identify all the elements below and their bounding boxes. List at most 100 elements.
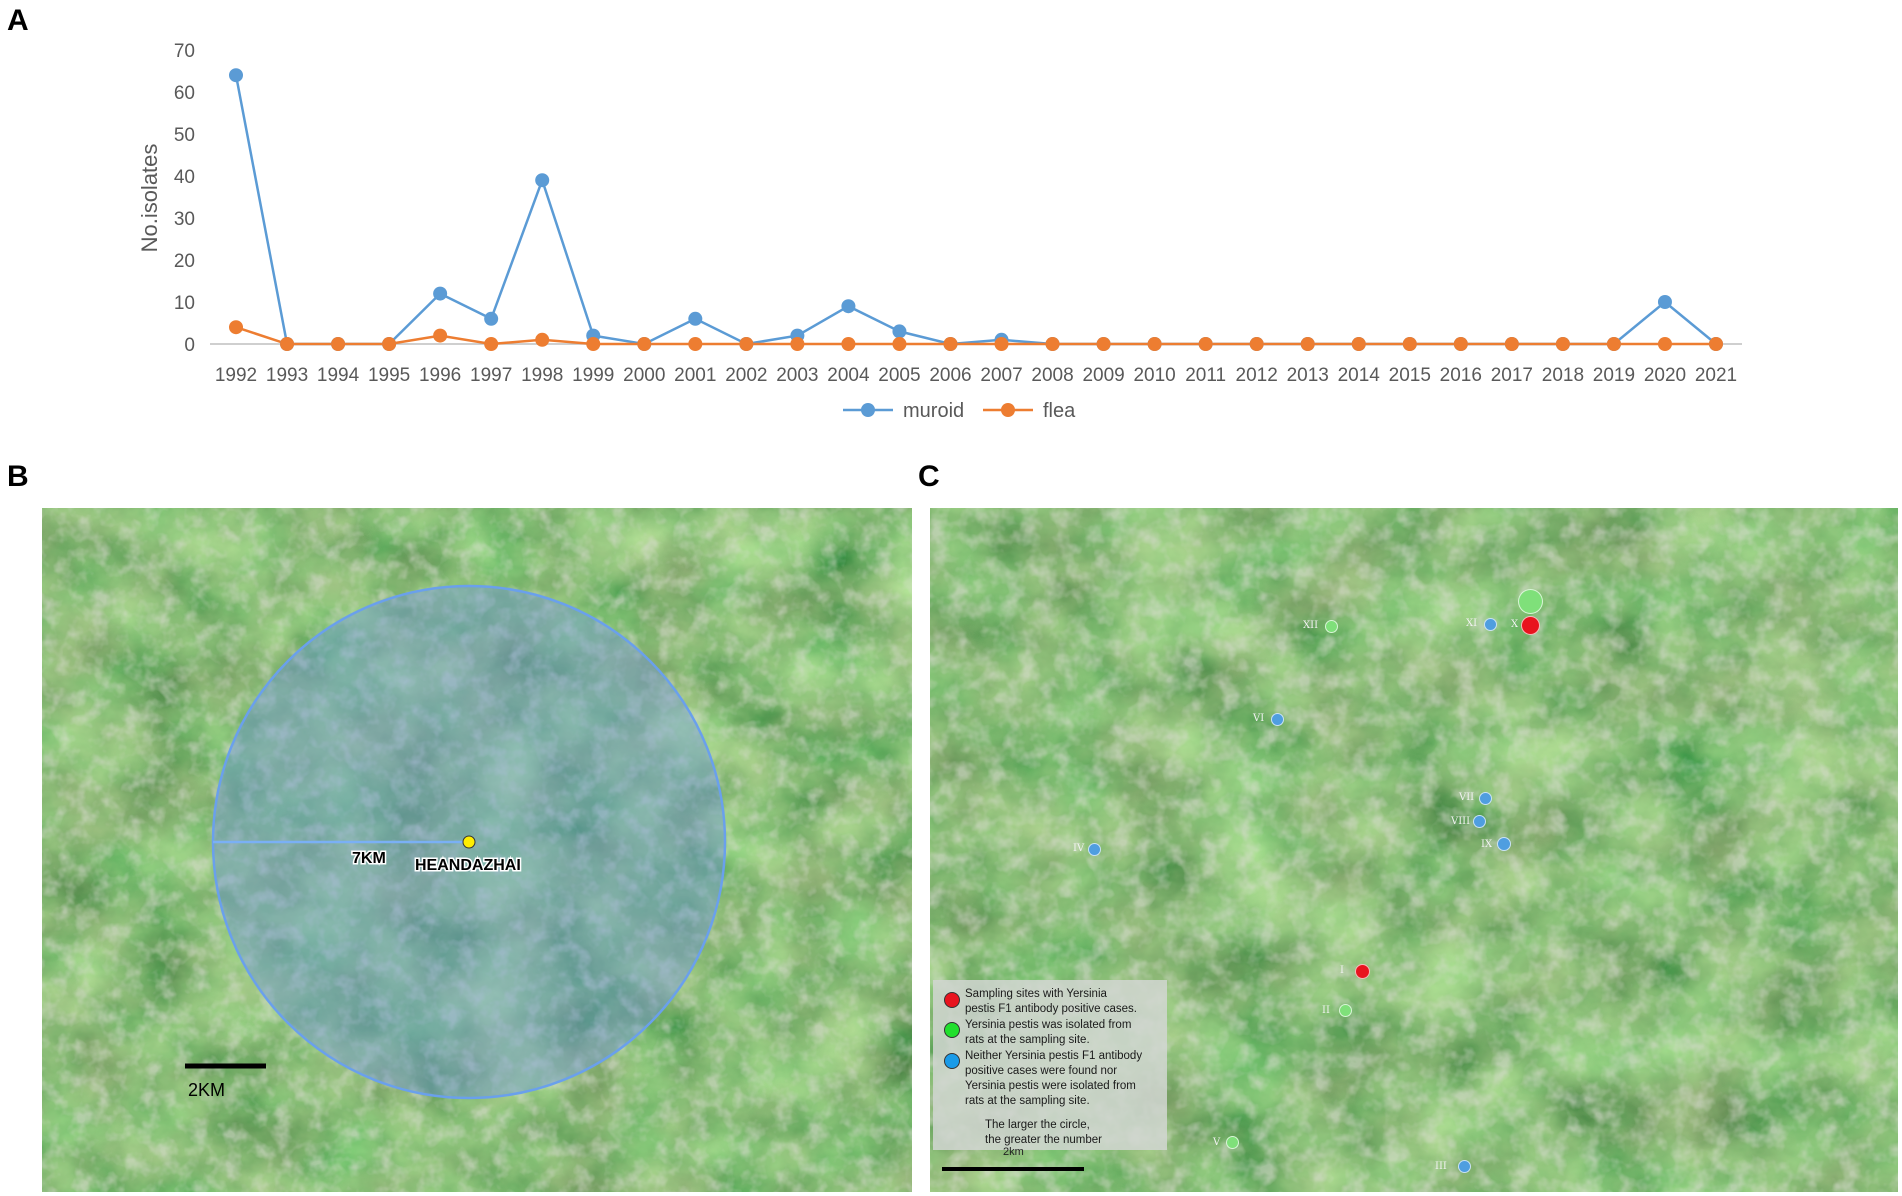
x-tick-label: 2014 <box>1338 365 1381 386</box>
legend-label-flea: flea <box>1043 400 1076 422</box>
data-point-flea <box>1504 337 1519 351</box>
data-point-muroid <box>535 173 550 188</box>
data-point-flea <box>1657 337 1672 351</box>
data-point-muroid <box>433 286 448 301</box>
data-point-flea <box>1198 337 1213 351</box>
x-tick-label: 1992 <box>215 365 257 386</box>
scale-label-c: 2km <box>1003 1146 1024 1158</box>
data-point-flea <box>892 337 907 351</box>
sampling-site-label: VI <box>1253 713 1265 724</box>
legend-marker-flea <box>1001 403 1015 417</box>
x-tick-label: 2007 <box>980 365 1022 386</box>
data-point-flea <box>382 337 397 351</box>
sampling-site-marker <box>1225 1135 1239 1149</box>
data-point-flea <box>688 337 703 351</box>
sampling-site-marker <box>1517 588 1543 614</box>
y-tick-label: 20 <box>174 251 195 272</box>
x-tick-label: 1997 <box>470 365 512 386</box>
x-tick-label: 2021 <box>1695 365 1737 386</box>
x-tick-label: 2001 <box>674 365 716 386</box>
data-point-flea <box>1096 337 1111 351</box>
data-point-flea <box>331 337 346 351</box>
x-tick-label: 2004 <box>827 365 870 386</box>
sampling-site-marker <box>1483 617 1497 631</box>
legend-marker-muroid <box>861 403 875 417</box>
place-label: HEANDAZHAI <box>415 857 521 874</box>
sampling-site-label: V <box>1213 1137 1221 1148</box>
sampling-site-label: IX <box>1481 839 1493 850</box>
y-tick-label: 0 <box>184 335 195 356</box>
x-tick-label: 2006 <box>929 365 971 386</box>
x-tick-label: 2003 <box>776 365 818 386</box>
data-point-flea <box>1300 337 1315 351</box>
data-point-flea <box>229 320 243 335</box>
radius-label: 7KM <box>352 850 386 867</box>
y-tick-label: 50 <box>174 125 195 146</box>
sampling-site-label: IV <box>1073 843 1085 854</box>
data-point-flea <box>841 337 856 351</box>
sampling-site-label: II <box>1322 1005 1330 1016</box>
data-point-flea <box>1147 337 1162 351</box>
legend-dot-green <box>944 1022 960 1038</box>
sampling-site-marker <box>1457 1159 1471 1173</box>
sampling-site-marker <box>1087 842 1101 856</box>
y-tick-label: 70 <box>174 41 195 62</box>
sampling-site-label: III <box>1435 1161 1447 1172</box>
heandazhai-marker <box>462 835 476 849</box>
panel-letter-c: C <box>918 460 940 493</box>
legend-dot-red <box>944 992 960 1008</box>
data-point-flea <box>943 337 958 351</box>
data-point-flea <box>484 337 499 351</box>
map-b-satellite: 7KM HEANDAZHAI 2KM <box>42 508 912 1192</box>
y-tick-label: 30 <box>174 209 195 230</box>
data-point-flea <box>1709 337 1723 351</box>
data-point-flea <box>433 328 448 343</box>
legend-label-muroid: muroid <box>903 400 964 422</box>
x-tick-label: 2020 <box>1644 365 1686 386</box>
data-point-muroid <box>484 311 499 326</box>
x-tick-label: 2002 <box>725 365 767 386</box>
x-tick-label: 2012 <box>1236 365 1278 386</box>
x-tick-label: 2013 <box>1287 365 1329 386</box>
x-tick-label: 2017 <box>1491 365 1533 386</box>
data-point-muroid <box>688 311 703 326</box>
x-tick-label: 2010 <box>1133 365 1175 386</box>
x-tick-label: 1994 <box>317 365 360 386</box>
data-point-flea <box>1453 337 1468 351</box>
map-legend: Sampling sites with Yersinia pestis F1 a… <box>933 980 1167 1158</box>
y-tick-label: 40 <box>174 167 195 188</box>
y-tick-label: 10 <box>174 293 195 314</box>
x-tick-label: 2015 <box>1389 365 1431 386</box>
data-point-flea <box>280 337 295 351</box>
legend-text-2: Yersinia pestis was isolated from rats a… <box>965 1019 1132 1046</box>
sampling-site-label: XI <box>1466 618 1478 629</box>
scale-label: 2KM <box>188 1080 225 1100</box>
data-point-flea <box>1402 337 1417 351</box>
sampling-site-label: VIII <box>1451 816 1471 827</box>
sampling-site-marker <box>1472 814 1486 828</box>
legend-dot-blue <box>944 1053 960 1069</box>
x-tick-label: 2008 <box>1031 365 1073 386</box>
sampling-site-label: I <box>1340 965 1344 976</box>
sampling-site-marker <box>1497 837 1511 851</box>
legend-text-1: Sampling sites with Yersinia pestis F1 a… <box>965 988 1137 1015</box>
data-point-muroid <box>892 324 907 339</box>
sampling-site-marker <box>1520 615 1540 635</box>
sampling-site-label: XII <box>1303 620 1319 631</box>
series-line-muroid <box>234 74 1717 346</box>
data-point-flea <box>1555 337 1570 351</box>
x-tick-label: 1996 <box>419 365 461 386</box>
panel-letter-b: B <box>7 460 29 493</box>
data-point-muroid <box>841 299 856 314</box>
isolates-line-chart: 0 10 20 30 40 50 60 70 1992 1993 1994 1995 1996 1997 1… <box>137 41 1742 422</box>
data-point-flea <box>1606 337 1621 351</box>
data-point-flea <box>1045 337 1060 351</box>
sampling-site-label: X <box>1511 619 1519 630</box>
data-point-muroid <box>229 68 243 83</box>
x-tick-label: 2011 <box>1185 365 1226 386</box>
y-axis-label: No.isolates <box>137 144 162 253</box>
x-tick-label: 2000 <box>623 365 665 386</box>
legend-text-3: Neither Yersinia pestis F1 antibody posi… <box>965 1050 1143 1107</box>
sampling-site-marker <box>1324 619 1338 633</box>
data-point-flea <box>739 337 754 351</box>
